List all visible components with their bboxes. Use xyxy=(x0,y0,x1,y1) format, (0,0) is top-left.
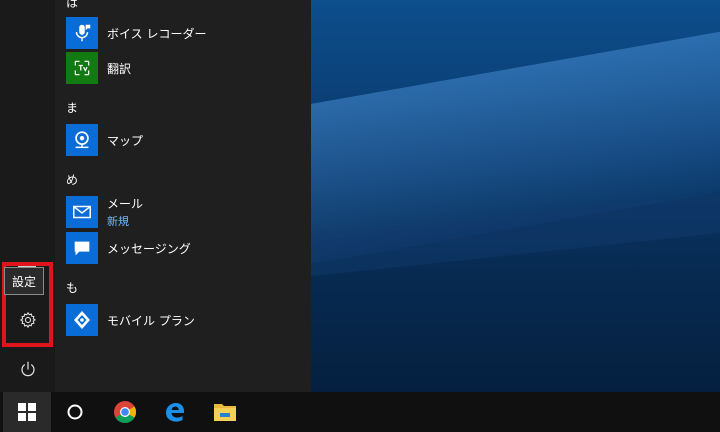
power-button[interactable] xyxy=(0,347,55,391)
cortana-search-button[interactable] xyxy=(51,392,99,432)
app-new-badge: 新規 xyxy=(107,215,129,228)
mail-icon xyxy=(73,205,91,219)
app-label: メッセージング xyxy=(107,241,191,256)
app-label: 翻訳 xyxy=(107,61,132,76)
app-tile xyxy=(66,196,98,228)
file-explorer-taskbar-button[interactable] xyxy=(201,392,249,432)
chrome-taskbar-button[interactable] xyxy=(101,392,149,432)
start-menu: 設定 は ボイス レコーダー 翻訳 ま マップ め メール 新規 メッセージング… xyxy=(0,0,311,392)
app-maps[interactable]: マップ xyxy=(66,123,301,157)
file-explorer-icon xyxy=(214,404,236,421)
app-voice-recorder[interactable]: ボイス レコーダー xyxy=(66,16,301,50)
app-tile xyxy=(66,124,98,156)
group-header-ha[interactable]: は xyxy=(66,0,78,11)
windows-start-icon xyxy=(18,403,36,421)
app-label: ボイス レコーダー xyxy=(107,26,207,41)
chat-bubble-icon xyxy=(74,241,90,256)
tooltip-text: 設定 xyxy=(11,274,36,289)
edge-icon xyxy=(166,403,184,422)
start-menu-rail: 設定 xyxy=(0,0,55,392)
group-header-mo[interactable]: も xyxy=(66,279,78,296)
group-header-me[interactable]: め xyxy=(66,171,78,188)
settings-tooltip: 設定 xyxy=(4,267,44,295)
start-button[interactable] xyxy=(3,392,51,432)
app-tile xyxy=(66,232,98,264)
power-icon xyxy=(20,361,35,377)
group-header-ma[interactable]: ま xyxy=(66,99,78,116)
app-tile xyxy=(66,17,98,49)
chrome-icon xyxy=(114,401,136,423)
app-tile xyxy=(66,52,98,84)
app-label: メール xyxy=(107,197,144,211)
app-mobile-plans[interactable]: モバイル プラン xyxy=(66,303,301,337)
taskbar xyxy=(0,392,720,432)
app-label: モバイル プラン xyxy=(107,313,195,328)
app-messaging[interactable]: メッセージング xyxy=(66,231,301,265)
mobile-plan-icon xyxy=(74,311,90,329)
app-translator[interactable]: 翻訳 xyxy=(66,51,301,85)
cortana-search-icon xyxy=(67,404,83,420)
translator-icon xyxy=(74,60,90,76)
map-pin-icon xyxy=(75,131,89,149)
app-tile xyxy=(66,304,98,336)
microphone-icon xyxy=(75,24,91,42)
app-label: マップ xyxy=(107,133,144,148)
app-mail[interactable]: メール 新規 xyxy=(66,195,301,229)
edge-taskbar-button[interactable] xyxy=(151,392,199,432)
